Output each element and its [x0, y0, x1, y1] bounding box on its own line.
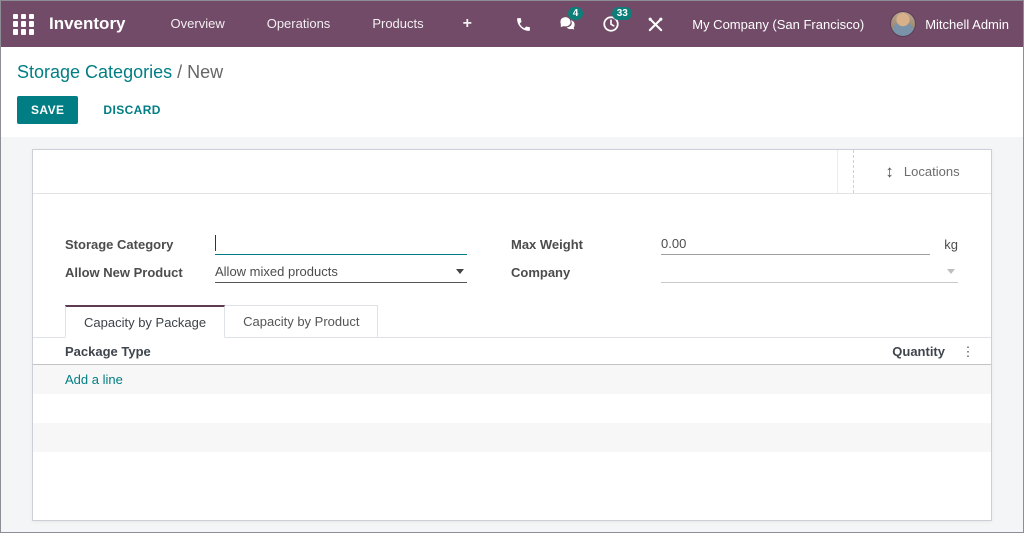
app-window: Inventory Overview Operations Products +… — [0, 0, 1024, 533]
menu-overview[interactable]: Overview — [150, 1, 246, 47]
breadcrumb-current: New — [187, 62, 224, 82]
top-navbar: Inventory Overview Operations Products +… — [1, 1, 1023, 47]
storage-category-label: Storage Category — [65, 236, 174, 252]
list-header: Package Type Quantity ⋮ — [33, 338, 991, 365]
form-grid: Storage Category Allow New Product Allow… — [33, 230, 991, 286]
save-button[interactable]: SAVE — [17, 96, 79, 124]
max-weight-label: Max Weight — [511, 236, 583, 252]
phone-icon[interactable] — [512, 13, 534, 35]
user-menu[interactable]: Mitchell Admin — [890, 11, 1009, 37]
allow-new-product-label: Allow New Product — [65, 264, 183, 280]
company-row: Company — [511, 258, 958, 286]
user-name: Mitchell Admin — [925, 16, 1009, 32]
text-cursor — [215, 235, 216, 251]
main-menu: Overview Operations Products + — [150, 1, 490, 47]
storage-category-input[interactable] — [215, 233, 467, 255]
locations-button-label: Locations — [903, 164, 960, 179]
chevron-down-icon — [456, 269, 464, 274]
discard-button[interactable]: DISCARD — [103, 103, 160, 117]
navbar-systray: 4 33 My Company (San Francisco) Mitchell… — [490, 7, 1009, 37]
storage-category-fieldwrap — [215, 233, 467, 255]
tab-capacity-by-product[interactable]: Capacity by Product — [225, 305, 379, 338]
activities-clock-icon[interactable]: 33 — [600, 7, 633, 35]
allow-new-product-row: Allow New Product Allow mixed products — [65, 258, 467, 286]
messages-badge: 4 — [568, 7, 583, 20]
empty-row — [33, 394, 991, 423]
add-line-row: Add a line — [33, 365, 991, 394]
max-weight-fieldwrap: kg — [661, 233, 958, 255]
optional-columns-icon[interactable]: ⋮ — [945, 345, 991, 358]
form-right-column: Max Weight kg Company — [511, 230, 958, 286]
locations-smart-button[interactable]: ↕ Locations — [853, 150, 991, 193]
avatar — [890, 11, 917, 37]
breadcrumb: Storage Categories / New — [17, 60, 1007, 84]
form-sheet: ↕ Locations Storage Category Allow New P… — [32, 149, 992, 521]
apps-grid-icon[interactable] — [13, 13, 34, 35]
notebook-tabs: Capacity by Package Capacity by Product — [33, 305, 991, 338]
column-package-type[interactable]: Package Type — [33, 344, 825, 359]
allow-new-product-fieldwrap: Allow mixed products — [215, 261, 467, 283]
max-weight-row: Max Weight kg — [511, 230, 958, 258]
button-box-divider — [837, 150, 853, 193]
capacity-list: Package Type Quantity ⋮ Add a line — [33, 338, 991, 452]
tools-icon[interactable] — [644, 13, 666, 35]
control-panel-buttons: SAVE DISCARD — [17, 96, 1007, 124]
empty-row — [33, 423, 991, 452]
form-left-column: Storage Category Allow New Product Allow… — [65, 230, 467, 286]
add-a-line-link[interactable]: Add a line — [33, 372, 123, 387]
max-weight-unit: kg — [944, 236, 958, 252]
content-area: ↕ Locations Storage Category Allow New P… — [1, 137, 1023, 532]
plus-menu-icon[interactable]: + — [445, 1, 490, 47]
company-label: Company — [511, 264, 571, 280]
breadcrumb-separator: / — [172, 62, 188, 82]
column-quantity[interactable]: Quantity — [825, 344, 945, 359]
updown-arrow-icon: ↕ — [885, 162, 894, 181]
tab-capacity-by-package[interactable]: Capacity by Package — [65, 305, 226, 338]
max-weight-input[interactable] — [661, 233, 931, 255]
company-fieldwrap — [661, 261, 958, 283]
allow-new-product-value: Allow mixed products — [215, 264, 338, 279]
form-body: Storage Category Allow New Product Allow… — [33, 194, 991, 452]
breadcrumb-parent[interactable]: Storage Categories — [17, 62, 172, 82]
menu-operations[interactable]: Operations — [246, 1, 352, 47]
messages-icon[interactable]: 4 — [556, 7, 583, 35]
company-select[interactable] — [661, 261, 958, 283]
control-panel: Storage Categories / New SAVE DISCARD — [1, 47, 1023, 137]
allow-new-product-select[interactable]: Allow mixed products — [215, 261, 467, 283]
button-box: ↕ Locations — [33, 150, 991, 194]
app-name[interactable]: Inventory — [49, 14, 126, 34]
storage-category-row: Storage Category — [65, 230, 467, 258]
activities-badge: 33 — [612, 7, 633, 20]
company-switcher[interactable]: My Company (San Francisco) — [692, 17, 864, 32]
menu-products[interactable]: Products — [351, 1, 444, 47]
chevron-down-light-icon — [947, 269, 955, 274]
